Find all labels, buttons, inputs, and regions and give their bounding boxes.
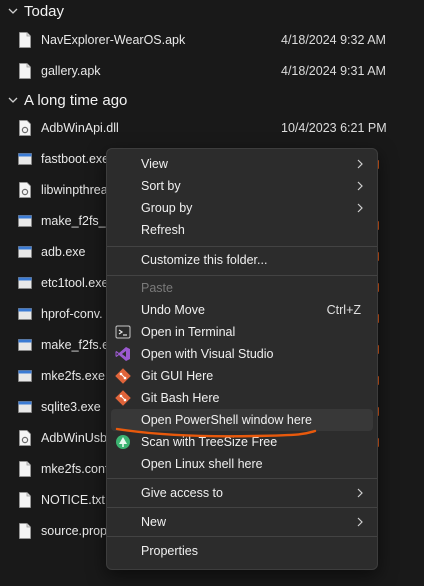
file-name: mke2fs.conf [41,462,109,476]
menu-item-label: Sort by [141,179,181,193]
exe-icon [18,368,32,384]
context-menu: View Sort by Group by Refresh Customize … [106,148,378,570]
file-name: adb.exe [41,245,86,259]
menu-item-label: Group by [141,201,193,215]
menu-item-new[interactable]: New [111,511,373,533]
menu-separator [107,478,377,479]
menu-item-linux-shell[interactable]: Open Linux shell here [111,453,373,475]
file-name: make_f2fs_c [41,214,112,228]
exe-icon [18,399,32,415]
file-date: 10/4/2023 6:21 PM [281,121,387,135]
chevron-down-icon [8,6,18,16]
exe-icon [18,213,32,229]
chevron-right-icon [357,159,363,169]
menu-item-label: Customize this folder... [141,253,268,267]
menu-item-open-visual-studio[interactable]: Open with Visual Studio [111,343,373,365]
visual-studio-icon [115,347,130,361]
document-icon [18,63,32,79]
file-name: make_f2fs.e [41,338,110,352]
document-icon [18,492,32,508]
menu-item-git-bash[interactable]: Git Bash Here [111,387,373,409]
file-name: mke2fs.exe [41,369,105,383]
menu-item-git-gui[interactable]: Git GUI Here [111,365,373,387]
menu-item-label: Undo Move [141,303,205,317]
git-icon [115,390,131,406]
menu-item-group-by[interactable]: Group by [111,197,373,219]
file-name: source.prop [41,524,108,538]
menu-item-customize[interactable]: Customize this folder... [111,249,373,271]
file-name: fastboot.exe [41,152,110,166]
file-name: AdbWinApi.dll [41,121,119,135]
menu-item-undo-move[interactable]: Undo Move Ctrl+Z [111,299,373,321]
dll-icon [18,430,32,446]
git-icon [115,368,131,384]
menu-item-label: Paste [141,281,173,295]
file-name: hprof-conv. [41,307,103,321]
file-name: gallery.apk [41,64,101,78]
file-row[interactable]: gallery.apk 4/18/2024 9:31 AM [18,58,424,84]
menu-item-label: View [141,157,168,171]
menu-separator [107,275,377,276]
menu-item-view[interactable]: View [111,153,373,175]
menu-item-label: Open with Visual Studio [141,347,274,361]
menu-item-open-terminal[interactable]: Open in Terminal [111,321,373,343]
group-title: A long time ago [24,91,128,109]
exe-icon [18,337,32,353]
menu-item-label: Properties [141,544,198,558]
file-date: 4/18/2024 9:32 AM [281,33,386,47]
chevron-right-icon [357,181,363,191]
menu-item-label: Git Bash Here [141,391,220,405]
file-name: libwinpthrea [41,183,108,197]
chevron-right-icon [357,517,363,527]
menu-item-label: New [141,515,167,529]
file-row[interactable]: NavExplorer-WearOS.apk 4/18/2024 9:32 AM [18,27,424,53]
chevron-right-icon [357,488,363,498]
menu-item-sort-by[interactable]: Sort by [111,175,373,197]
file-name: NavExplorer-WearOS.apk [41,33,186,47]
menu-item-label: Git GUI Here [141,369,214,383]
document-icon [18,523,32,539]
group-header-today[interactable]: Today [8,0,64,22]
menu-item-label: Open in Terminal [141,325,236,339]
group-title: Today [24,2,65,20]
menu-separator [107,536,377,537]
menu-item-give-access[interactable]: Give access to [111,482,373,504]
menu-separator [107,246,377,247]
exe-icon [18,151,32,167]
file-row[interactable]: AdbWinApi.dll 10/4/2023 6:21 PM [18,115,424,141]
file-date: 4/18/2024 9:31 AM [281,64,386,78]
chevron-right-icon [357,203,363,213]
menu-item-properties[interactable]: Properties [111,540,373,562]
menu-item-refresh[interactable]: Refresh [111,219,373,241]
chevron-down-icon [8,95,18,105]
menu-item-label: Open PowerShell window here [141,413,312,427]
shortcut-label: Ctrl+Z [326,303,361,317]
menu-separator [107,507,377,508]
exe-icon [18,275,32,291]
annotation-underline [115,427,317,438]
exe-icon [18,244,32,260]
file-name: AdbWinUsb [41,431,107,445]
terminal-icon [115,325,131,339]
dll-icon [18,120,32,136]
menu-item-paste: Paste [111,277,373,299]
file-name: etc1tool.exe [41,276,109,290]
group-header-long-ago[interactable]: A long time ago [8,89,127,111]
exe-icon [18,306,32,322]
document-icon [18,461,32,477]
menu-item-label: Give access to [141,486,223,500]
menu-item-label: Open Linux shell here [141,457,263,471]
document-icon [18,32,32,48]
file-name: NOTICE.txt [41,493,105,507]
dll-icon [18,182,32,198]
menu-item-label: Refresh [141,223,185,237]
file-name: sqlite3.exe [41,400,101,414]
